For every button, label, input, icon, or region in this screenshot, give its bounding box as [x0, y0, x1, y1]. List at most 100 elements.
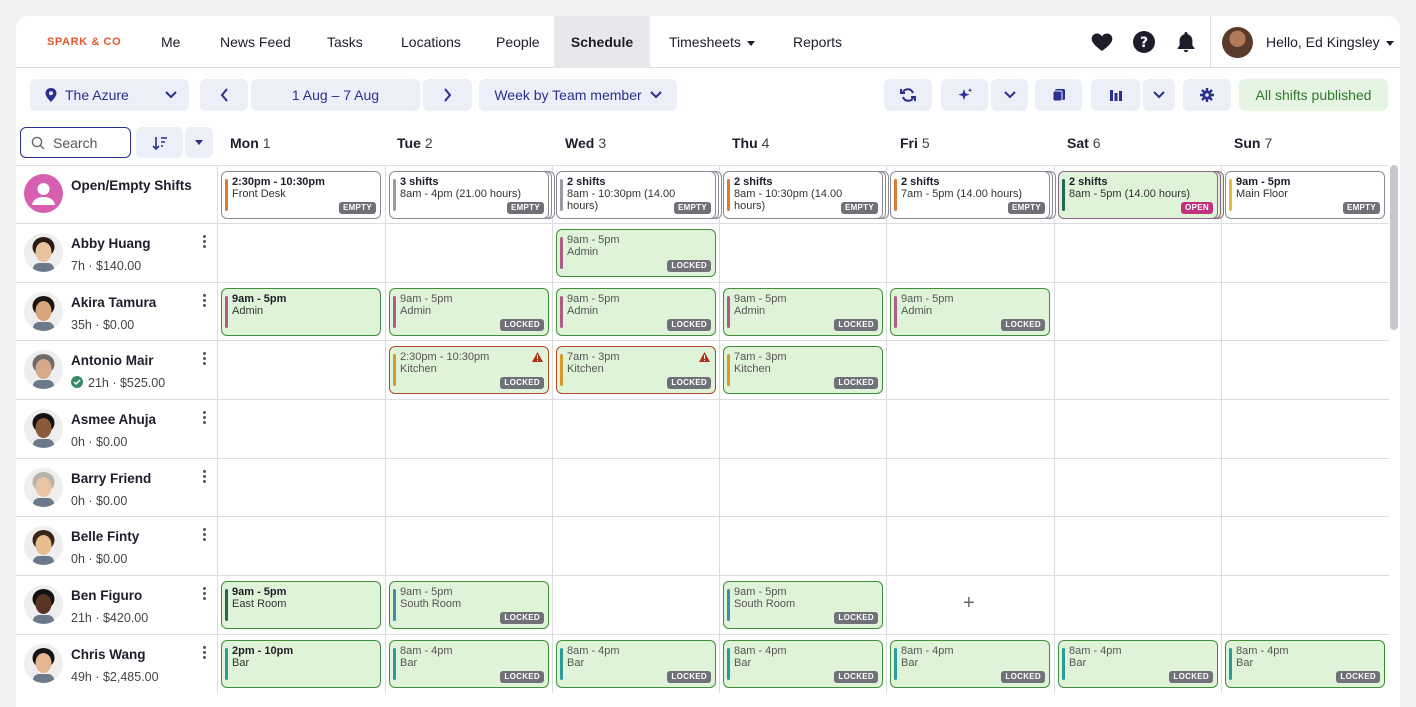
auto-schedule-menu-button[interactable] [991, 79, 1028, 111]
shift-card[interactable]: 9am - 5pm Admin [221, 288, 381, 336]
day-cell[interactable] [217, 341, 384, 399]
more-options-icon[interactable] [203, 469, 207, 483]
shift-card[interactable]: 9am - 5pm Main Floor EMPTY [1225, 171, 1385, 219]
day-cell[interactable] [1221, 283, 1389, 341]
day-cell[interactable] [217, 224, 384, 282]
more-options-icon[interactable] [203, 645, 207, 659]
shift-card[interactable]: 2 shifts 8am - 5pm (14.00 hours) OPEN [1058, 171, 1218, 219]
day-cell[interactable] [1221, 400, 1389, 458]
day-cell[interactable] [1054, 517, 1221, 575]
more-options-icon[interactable] [203, 293, 207, 307]
member-avatar[interactable] [24, 233, 63, 272]
day-cell[interactable] [1054, 224, 1221, 282]
day-cell[interactable] [719, 400, 886, 458]
day-cell[interactable] [719, 224, 886, 282]
shift-card[interactable]: 8am - 4pm Bar LOCKED [389, 640, 549, 688]
vertical-scrollbar[interactable] [1390, 165, 1398, 330]
day-cell[interactable] [886, 341, 1053, 399]
day-cell[interactable] [886, 459, 1053, 517]
more-options-icon[interactable] [203, 234, 207, 248]
shift-card[interactable]: 9am - 5pm Admin LOCKED [890, 288, 1050, 336]
shift-card[interactable]: 8am - 4pm Bar LOCKED [556, 640, 716, 688]
shift-card[interactable]: 9am - 5pm Admin LOCKED [723, 288, 883, 336]
publish-status-button[interactable]: All shifts published [1239, 79, 1388, 111]
day-cell[interactable] [1054, 341, 1221, 399]
shift-card[interactable]: 9am - 5pm Admin LOCKED [389, 288, 549, 336]
stats-menu-button[interactable] [1143, 79, 1175, 111]
stats-button[interactable] [1091, 79, 1140, 111]
shift-card[interactable]: 2 shifts 7am - 5pm (14.00 hours) EMPTY [890, 171, 1050, 219]
brand-logo[interactable]: SPARK & CO [47, 36, 121, 48]
day-cell[interactable] [552, 576, 719, 634]
day-cell[interactable] [552, 459, 719, 517]
day-cell[interactable] [719, 459, 886, 517]
help-icon[interactable]: ? [1132, 30, 1156, 54]
nav-timesheets[interactable]: Timesheets [651, 16, 773, 68]
member-name[interactable]: Ben Figuro [71, 588, 142, 603]
shift-card[interactable]: 9am - 5pm Admin LOCKED [556, 288, 716, 336]
member-avatar[interactable] [24, 644, 63, 683]
next-week-button[interactable] [423, 79, 472, 111]
day-cell[interactable] [1054, 459, 1221, 517]
prev-week-button[interactable] [200, 79, 248, 111]
location-select[interactable]: The Azure [30, 79, 189, 111]
shift-card[interactable]: 2 shifts 8am - 10:30pm (14.00 hours) EMPTY [556, 171, 716, 219]
nav-people[interactable]: People [478, 16, 558, 68]
add-shift-button[interactable]: + [963, 592, 975, 615]
day-cell[interactable] [217, 517, 384, 575]
day-cell[interactable] [886, 224, 1053, 282]
shift-card[interactable]: 9am - 5pm South Room LOCKED [723, 581, 883, 629]
day-cell[interactable] [385, 400, 552, 458]
shift-card[interactable]: 8am - 4pm Bar LOCKED [1225, 640, 1385, 688]
member-name[interactable]: Antonio Mair [71, 353, 154, 368]
day-cell[interactable] [1221, 341, 1389, 399]
member-avatar[interactable] [24, 585, 63, 624]
search-input[interactable] [53, 134, 123, 151]
bell-icon[interactable] [1174, 30, 1198, 54]
member-name[interactable]: Barry Friend [71, 471, 151, 486]
day-cell[interactable] [1054, 283, 1221, 341]
user-avatar[interactable] [1222, 27, 1253, 58]
day-cell[interactable] [217, 400, 384, 458]
day-cell[interactable] [1221, 459, 1389, 517]
member-avatar[interactable] [24, 526, 63, 565]
member-name[interactable]: Chris Wang [71, 647, 146, 662]
shift-card[interactable]: 9am - 5pm South Room LOCKED [389, 581, 549, 629]
shift-card[interactable]: 2:30pm - 10:30pm Front Desk EMPTY [221, 171, 381, 219]
day-cell[interactable] [1054, 400, 1221, 458]
day-cell[interactable] [385, 517, 552, 575]
member-name[interactable]: Abby Huang [71, 236, 151, 251]
day-cell[interactable] [385, 224, 552, 282]
day-cell[interactable] [385, 459, 552, 517]
member-avatar[interactable] [24, 292, 63, 331]
more-options-icon[interactable] [203, 527, 207, 541]
shift-card[interactable]: 8am - 4pm Bar LOCKED [723, 640, 883, 688]
refresh-button[interactable] [884, 79, 932, 111]
sort-button[interactable] [136, 127, 183, 158]
member-avatar[interactable] [24, 350, 63, 389]
day-cell[interactable] [1221, 576, 1389, 634]
shift-card[interactable]: 2 shifts 8am - 10:30pm (14.00 hours) EMPTY [723, 171, 883, 219]
shift-card[interactable]: 9am - 5pm East Room [221, 581, 381, 629]
day-cell[interactable] [217, 459, 384, 517]
more-options-icon[interactable] [203, 351, 207, 365]
day-cell[interactable] [552, 400, 719, 458]
nav-reports[interactable]: Reports [775, 16, 860, 68]
shift-card[interactable]: 2pm - 10pm Bar [221, 640, 381, 688]
date-range-picker[interactable]: 1 Aug – 7 Aug [251, 79, 420, 111]
nav-me[interactable]: Me [143, 16, 198, 68]
day-cell[interactable] [1054, 576, 1221, 634]
shift-card[interactable]: 8am - 4pm Bar LOCKED [890, 640, 1050, 688]
member-avatar[interactable] [24, 409, 63, 448]
search-field[interactable] [20, 127, 131, 158]
shift-card[interactable]: 9am - 5pm Admin LOCKED [556, 229, 716, 277]
shift-card[interactable]: 8am - 4pm Bar LOCKED [1058, 640, 1218, 688]
more-options-icon[interactable] [203, 586, 207, 600]
heart-icon[interactable] [1090, 30, 1114, 54]
nav-news-feed[interactable]: News Feed [202, 16, 309, 68]
day-cell[interactable] [886, 400, 1053, 458]
settings-button[interactable] [1183, 79, 1231, 111]
day-cell[interactable] [1221, 224, 1389, 282]
nav-locations[interactable]: Locations [383, 16, 479, 68]
shift-card[interactable]: 7am - 3pm Kitchen LOCKED [723, 346, 883, 394]
